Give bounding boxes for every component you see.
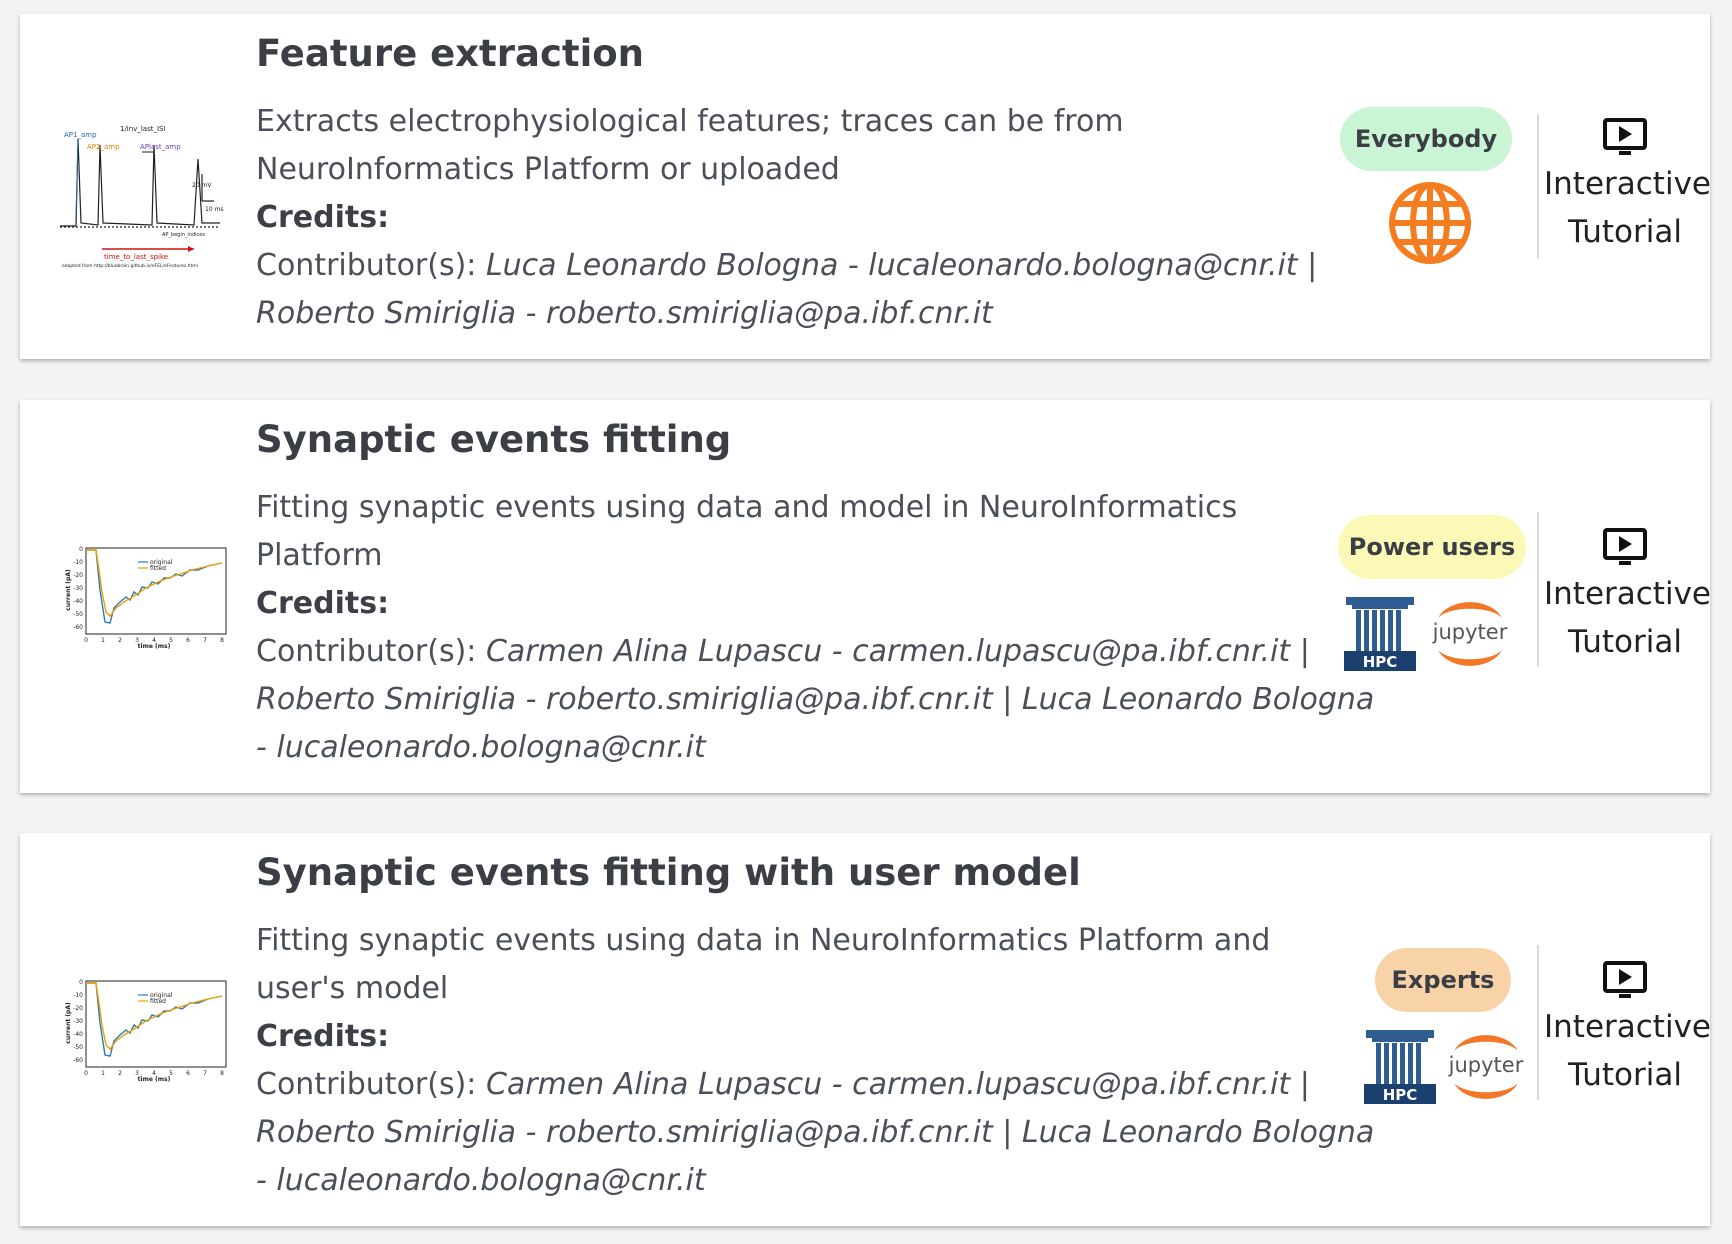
- app-card-synaptic-events-fitting[interactable]: original fitted 0 -10 -20 -30 -40 -50 -6…: [20, 400, 1711, 793]
- legend-label: fitted: [150, 565, 166, 572]
- tick-label: -60: [73, 1057, 83, 1064]
- tutorial-label: Interactive Tutorial: [1544, 1009, 1711, 1093]
- tick-label: 2: [118, 637, 122, 644]
- credits-label: Credits:: [256, 1019, 390, 1054]
- axis-label: current (pA): [65, 569, 72, 611]
- thumbnail-synaptic-fitting: original fitted 0 -10 -20 -30 -40 -50 -6…: [65, 546, 227, 650]
- thumb-label: 1/inv_last_ISI: [120, 125, 166, 133]
- tick-label: -50: [73, 611, 83, 618]
- axis-label: time (ms): [138, 1076, 171, 1083]
- divider: [1537, 114, 1539, 259]
- tick-label: 7: [203, 1070, 207, 1077]
- tick-label: 7: [203, 637, 207, 644]
- contributors-prefix: Contributor(s):: [256, 1067, 477, 1102]
- tick-label: 0: [79, 979, 83, 986]
- thumb-label: AP1_amp: [64, 131, 97, 139]
- card-side-panel: Everybody Interactive Tutorial: [1310, 14, 1711, 359]
- hpc-icon: HPC: [1364, 1030, 1436, 1104]
- contributors-prefix: Contributor(s):: [256, 248, 477, 283]
- card-description: Fitting synaptic events using data and m…: [256, 490, 1238, 573]
- hpc-label: HPC: [1363, 653, 1398, 671]
- tick-label: -10: [73, 559, 83, 566]
- thumb-label: time_to_last_spike: [104, 253, 168, 261]
- app-card-feature-extraction[interactable]: AP1_amp 1/inv_last_ISI AP2_amp APlast_am…: [20, 14, 1711, 359]
- card-description: Fitting synaptic events using data in Ne…: [256, 923, 1271, 1006]
- tick-label: -20: [73, 572, 83, 579]
- thumbnail-synaptic-fitting-user-model: original fitted 0 -10 -20 -30 -40 -50 -6…: [65, 979, 227, 1083]
- jupyter-label: jupyter: [1432, 620, 1508, 644]
- hpc-label: HPC: [1383, 1086, 1418, 1104]
- card-side-panel: Experts HPC jupyter Interactive Tutorial: [1310, 833, 1711, 1226]
- tick-label: -30: [73, 1018, 83, 1025]
- tick-label: -40: [73, 598, 83, 605]
- tutorial-label: Interactive Tutorial: [1544, 576, 1711, 660]
- audience-badge: Experts: [1375, 948, 1511, 1012]
- audience-badge: Power users: [1338, 515, 1526, 579]
- contributors: Contributor(s): Carmen Alina Lupascu - c…: [256, 1061, 1376, 1205]
- tick-label: -50: [73, 1044, 83, 1051]
- axis-label: current (pA): [65, 1002, 72, 1044]
- thumb-label: AP_begin_indices: [162, 232, 205, 238]
- tick-label: -20: [73, 1005, 83, 1012]
- tick-label: 8: [220, 1070, 224, 1077]
- credits-label: Credits:: [256, 586, 390, 621]
- app-card-synaptic-events-fitting-user-model[interactable]: original fitted 0 -10 -20 -30 -40 -50 -6…: [20, 833, 1711, 1226]
- tick-label: -30: [73, 585, 83, 592]
- tick-label: 1: [101, 1070, 105, 1077]
- jupyter-icon: jupyter: [1448, 1035, 1524, 1099]
- tick-label: 0: [79, 546, 83, 553]
- credits-label: Credits:: [256, 200, 390, 235]
- card-content: Synaptic events fitting Fitting synaptic…: [256, 414, 1376, 772]
- divider: [1537, 945, 1539, 1100]
- card-content: Feature extraction Extracts electrophysi…: [256, 28, 1376, 338]
- thumb-label: 20 mV: [192, 182, 212, 189]
- jupyter-icon: jupyter: [1432, 602, 1508, 666]
- interactive-tutorial-link[interactable]: Interactive Tutorial: [1544, 118, 1711, 256]
- tutorial-label: Interactive Tutorial: [1544, 166, 1711, 250]
- axis-label: time (ms): [138, 643, 171, 650]
- hpc-icon: HPC: [1344, 597, 1416, 671]
- play-screen-icon: [1603, 528, 1647, 565]
- thumb-label: adapted from http://bluebrain.github.io/…: [62, 263, 198, 269]
- tick-label: -40: [73, 1031, 83, 1038]
- card-side-panel: Power users HPC jupyter Interactive Tuto…: [1310, 400, 1711, 793]
- tick-label: 8: [220, 637, 224, 644]
- tick-label: -60: [73, 624, 83, 631]
- tick-label: 2: [118, 1070, 122, 1077]
- tick-label: 0: [84, 1070, 88, 1077]
- thumb-label: AP2_amp: [87, 143, 120, 151]
- card-title[interactable]: Synaptic events fitting: [256, 414, 1376, 466]
- card-content: Synaptic events fitting with user model …: [256, 847, 1376, 1205]
- card-title[interactable]: Feature extraction: [256, 28, 1376, 80]
- tick-label: 1: [101, 637, 105, 644]
- interactive-tutorial-link[interactable]: Interactive Tutorial: [1544, 528, 1711, 666]
- tick-label: 6: [186, 1070, 190, 1077]
- tick-label: 0: [84, 637, 88, 644]
- card-title[interactable]: Synaptic events fitting with user model: [256, 847, 1376, 899]
- jupyter-label: jupyter: [1448, 1053, 1524, 1077]
- globe-icon: [1389, 182, 1471, 264]
- contributors: Contributor(s): Carmen Alina Lupascu - c…: [256, 628, 1376, 772]
- contributors-prefix: Contributor(s):: [256, 634, 477, 669]
- legend-label: fitted: [150, 998, 166, 1005]
- tick-label: 6: [186, 637, 190, 644]
- interactive-tutorial-link[interactable]: Interactive Tutorial: [1544, 961, 1711, 1099]
- tick-label: -10: [73, 992, 83, 999]
- play-screen-icon: [1603, 961, 1647, 998]
- divider: [1537, 512, 1539, 667]
- contributors: Contributor(s): Luca Leonardo Bologna - …: [256, 242, 1376, 338]
- play-screen-icon: [1603, 118, 1647, 155]
- thumb-label: APlast_amp: [140, 143, 181, 151]
- audience-badge: Everybody: [1340, 107, 1512, 171]
- thumbnail-feature-extraction: AP1_amp 1/inv_last_ISI AP2_amp APlast_am…: [60, 125, 224, 269]
- card-description: Extracts electrophysiological features; …: [256, 104, 1124, 187]
- thumb-label: 10 ms: [205, 206, 224, 213]
